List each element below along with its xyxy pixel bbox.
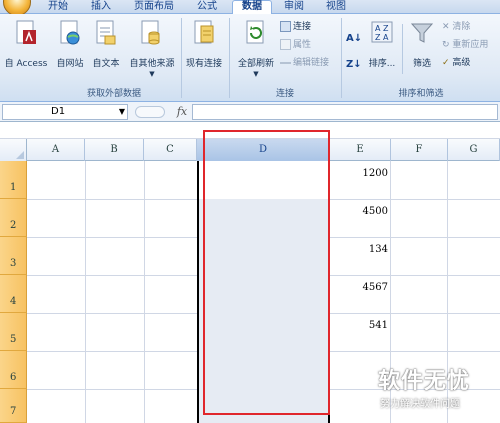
formula-bar: D1 ▼ fx	[0, 102, 500, 122]
funnel-icon	[411, 23, 433, 43]
svg-text:A Z: A Z	[375, 24, 389, 33]
from-text-label: 自文本	[92, 59, 120, 69]
ribbon-divider	[402, 24, 403, 74]
sort-ascending-button[interactable]: A↓	[346, 32, 362, 46]
watermark: 软件无忧 努力解决软件问题	[378, 363, 500, 423]
column-header-b[interactable]: B	[85, 139, 144, 161]
chevron-down-icon: ▼	[118, 107, 125, 116]
filter-label: 筛选	[412, 59, 431, 69]
from-other-sources-button[interactable]: 自其他来源 ▼	[124, 16, 180, 82]
group-label-sort-filter: 排序和筛选	[398, 89, 444, 99]
sort-descending-icon: Z↓	[346, 59, 362, 70]
tab-data[interactable]: 数据	[232, 0, 272, 15]
filter-button[interactable]: 筛选	[406, 16, 438, 82]
highlight-box	[203, 130, 330, 415]
clear-icon: ✕	[442, 22, 450, 32]
cell-e1[interactable]: 1200	[330, 168, 388, 179]
existing-connections-button[interactable]: 现有连接	[182, 16, 226, 82]
row-header-5[interactable]: 5	[0, 313, 27, 351]
cell-e3[interactable]: 134	[330, 244, 388, 255]
tab-insert[interactable]: 插入	[86, 1, 116, 14]
web-icon	[60, 20, 80, 45]
row-header-7[interactable]: 7	[0, 389, 27, 423]
properties-label: 属性	[293, 40, 312, 50]
chevron-down-icon: ▼	[253, 70, 259, 78]
access-icon	[16, 20, 36, 44]
connections-button[interactable]: 连接	[280, 20, 311, 34]
advanced-filter-button[interactable]: ✓ 高级	[442, 56, 470, 70]
ribbon-tab-bar: 开始 插入 页面布局 公式 数据 审阅 视图	[0, 0, 500, 16]
edit-links-button[interactable]: 编辑链接	[280, 56, 329, 70]
clear-filter-button[interactable]: ✕ 清除	[442, 20, 470, 34]
tab-page-layout[interactable]: 页面布局	[128, 1, 180, 14]
column-header-g[interactable]: G	[448, 139, 500, 161]
existing-connections-icon	[194, 20, 214, 44]
properties-button[interactable]: 属性	[280, 38, 311, 52]
reapply-button[interactable]: ↻ 重新应用	[442, 38, 488, 52]
row-header-6[interactable]: 6	[0, 351, 27, 389]
refresh-icon	[246, 20, 264, 44]
ribbon-divider	[341, 18, 342, 98]
column-header-e[interactable]: E	[330, 139, 391, 161]
sort-descending-button[interactable]: Z↓	[346, 58, 362, 72]
from-access-label: 自 Access	[4, 59, 48, 69]
connections-label: 连接	[293, 22, 312, 32]
chevron-down-icon: ▼	[149, 70, 155, 78]
ribbon-divider	[229, 18, 230, 98]
column-header-c[interactable]: C	[144, 139, 197, 161]
group-label-external-data: 获取外部数据	[86, 89, 141, 99]
select-all-button[interactable]	[0, 139, 27, 161]
sort-ascending-icon: A↓	[346, 33, 363, 44]
properties-icon	[280, 39, 291, 50]
from-text-button[interactable]: 自文本	[88, 16, 124, 82]
grid-line	[85, 161, 86, 423]
text-file-icon	[96, 20, 116, 45]
refresh-all-label: 全部刷新	[237, 59, 274, 69]
tab-home[interactable]: 开始	[40, 1, 76, 14]
formula-input[interactable]	[192, 104, 498, 120]
watermark-title: 软件无忧	[378, 369, 471, 394]
formula-tools: fx	[133, 104, 191, 120]
reapply-icon: ↻	[442, 40, 450, 50]
refresh-all-button[interactable]: 全部刷新 ▼	[232, 16, 280, 82]
from-access-button[interactable]: 自 Access	[2, 16, 50, 82]
name-box[interactable]: D1 ▼	[2, 104, 128, 120]
row-header-3[interactable]: 3	[0, 237, 27, 275]
column-header-f[interactable]: F	[391, 139, 448, 161]
name-box-value: D1	[51, 106, 66, 117]
row-header-1[interactable]: 1	[0, 161, 27, 199]
tab-formulas[interactable]: 公式	[190, 1, 224, 14]
group-label-connections: 连接	[275, 89, 294, 99]
sort-label: 排序...	[368, 59, 396, 69]
tab-view[interactable]: 视图	[320, 1, 352, 14]
row-header-2[interactable]: 2	[0, 199, 27, 237]
grid-line	[144, 161, 145, 423]
connections-icon	[280, 21, 291, 32]
existing-connections-label: 现有连接	[185, 59, 222, 69]
watermark-subtitle: 努力解决软件问题	[380, 399, 460, 410]
cell-e4[interactable]: 4567	[330, 282, 388, 293]
insert-function-button[interactable]: fx	[173, 104, 191, 120]
row-header-4[interactable]: 4	[0, 275, 27, 313]
sort-icon: A Z Z A	[371, 21, 393, 43]
formula-tools-oval	[135, 106, 165, 118]
edit-links-label: 编辑链接	[293, 58, 330, 68]
svg-text:Z A: Z A	[375, 33, 389, 42]
from-web-button[interactable]: 自网站	[52, 16, 88, 82]
ribbon-data: 自 Access 自网站 自文本 自其他来源 ▼ 现有连接 获取外部数据 全部刷…	[0, 14, 500, 102]
cell-e2[interactable]: 4500	[330, 206, 388, 217]
sort-button[interactable]: A Z Z A 排序...	[364, 16, 400, 82]
from-web-label: 自网站	[56, 59, 84, 69]
advanced-filter-label: 高级	[452, 58, 471, 68]
reapply-label: 重新应用	[452, 40, 489, 50]
cell-e5[interactable]: 541	[330, 320, 388, 331]
advanced-filter-icon: ✓	[442, 58, 450, 68]
from-other-sources-label: 自其他来源	[129, 59, 175, 69]
clear-filter-label: 清除	[452, 22, 471, 32]
tab-review[interactable]: 审阅	[278, 1, 310, 14]
link-icon	[280, 62, 291, 67]
other-sources-icon	[141, 20, 160, 45]
column-header-a[interactable]: A	[27, 139, 85, 161]
